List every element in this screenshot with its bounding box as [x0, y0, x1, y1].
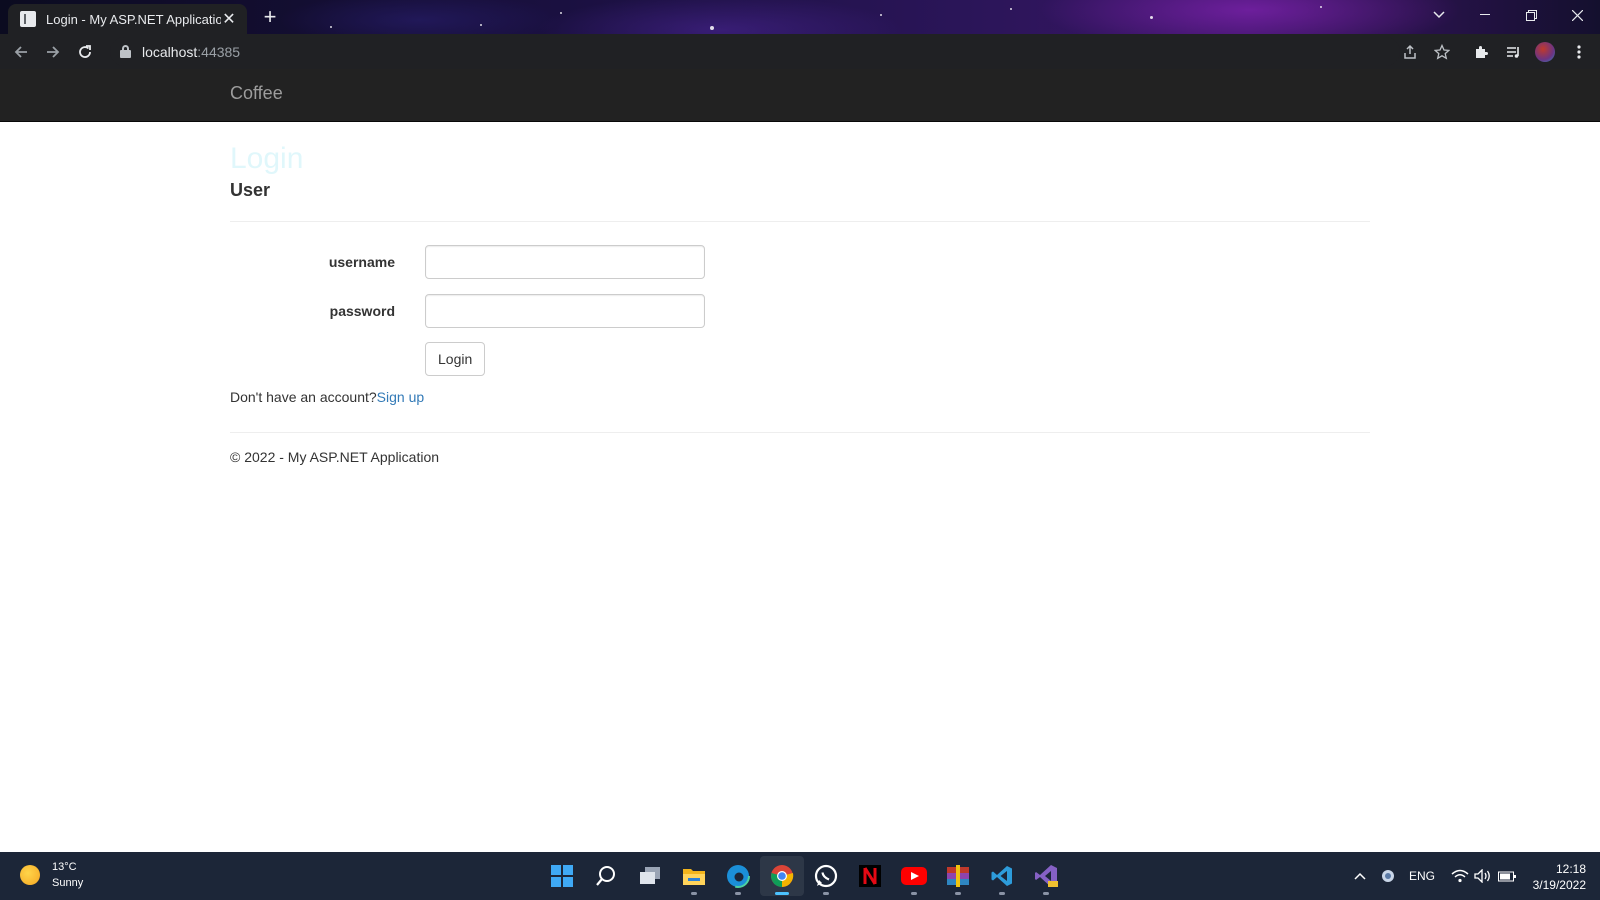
profile-avatar[interactable] [1532, 39, 1558, 65]
url-port: :44385 [197, 43, 241, 60]
password-input[interactable] [425, 294, 705, 328]
taskbar-apps [540, 852, 1068, 900]
page-title: Login [230, 142, 304, 175]
file-explorer-icon[interactable] [672, 856, 716, 896]
start-icon[interactable] [540, 856, 584, 896]
username-label: username [328, 254, 395, 270]
sign-up-link[interactable]: Sign up [377, 389, 424, 405]
decorative-star [480, 24, 482, 26]
decorative-star [560, 12, 562, 14]
lock-icon[interactable] [120, 45, 131, 58]
search-icon[interactable] [584, 856, 628, 896]
onedrive-icon[interactable] [1380, 852, 1396, 900]
netflix-icon[interactable] [848, 856, 892, 896]
chrome-icon[interactable] [760, 856, 804, 896]
close-window-icon[interactable] [1554, 0, 1600, 30]
login-button[interactable]: Login [425, 342, 486, 376]
minimize-icon[interactable] [1462, 0, 1508, 30]
winrar-icon[interactable] [936, 856, 980, 896]
address-bar[interactable]: localhost:44385 [110, 37, 1400, 66]
site-navbar: Coffee [0, 69, 1600, 122]
decorative-star [1010, 8, 1012, 10]
whatsapp-icon[interactable] [804, 856, 848, 896]
task-view-icon[interactable] [628, 856, 672, 896]
edge-icon[interactable] [716, 856, 760, 896]
browser-tab-strip: Login - My ASP.NET Application ✕ + [0, 0, 1600, 34]
share-icon[interactable] [1397, 39, 1423, 65]
bookmark-star-icon[interactable] [1429, 39, 1455, 65]
divider [230, 221, 1370, 222]
weather-widget[interactable]: 13°C Sunny [20, 859, 83, 891]
footer-copyright: © 2022 - My ASP.NET Application [230, 449, 440, 465]
language-indicator[interactable]: ENG [1409, 852, 1435, 900]
windows-taskbar: 13°C Sunny ENG 12:18 3/19/2022 [0, 852, 1600, 900]
vscode-icon[interactable] [980, 856, 1024, 896]
decorative-star [1150, 16, 1153, 19]
system-clock[interactable]: 12:18 3/19/2022 [1533, 861, 1586, 893]
navbar-brand-link[interactable]: Coffee [230, 83, 283, 104]
new-tab-button[interactable]: + [258, 6, 282, 30]
tab-close-icon[interactable]: ✕ [221, 9, 237, 29]
sun-icon [20, 865, 40, 885]
back-arrow-icon[interactable] [8, 39, 34, 65]
forward-arrow-icon[interactable] [40, 39, 66, 65]
browser-tab-active[interactable]: Login - My ASP.NET Application ✕ [8, 4, 247, 34]
browser-toolbar: localhost:44385 [0, 34, 1600, 69]
signup-prompt: Don't have an account?Sign up [230, 387, 424, 407]
page-subtitle: User [230, 180, 271, 200]
password-label: password [329, 303, 395, 319]
show-hidden-icons-icon[interactable] [1354, 852, 1366, 900]
url-host: localhost [142, 43, 198, 60]
extensions-puzzle-icon[interactable] [1468, 39, 1494, 65]
footer-divider [230, 432, 1370, 433]
visual-studio-icon[interactable] [1024, 856, 1068, 896]
page-favicon-icon [20, 11, 36, 27]
media-control-icon[interactable] [1500, 39, 1526, 65]
youtube-icon[interactable] [892, 856, 936, 896]
browser-menu-icon[interactable] [1566, 39, 1592, 65]
wifi-icon[interactable] [1451, 852, 1469, 900]
tab-title: Login - My ASP.NET Application [46, 11, 221, 27]
tab-search-icon[interactable] [1416, 0, 1462, 30]
battery-icon[interactable] [1498, 852, 1516, 900]
main-content: Login User username password Login Don't… [230, 122, 1370, 465]
reload-icon[interactable] [72, 39, 98, 65]
clock-time: 12:18 [1555, 862, 1586, 876]
weather-description: Sunny [52, 877, 84, 889]
username-input[interactable] [425, 245, 705, 279]
volume-icon[interactable] [1474, 852, 1492, 900]
clock-date: 3/19/2022 [1532, 878, 1586, 892]
decorative-star [710, 26, 714, 30]
decorative-star [1320, 6, 1322, 8]
weather-temperature: 13°C [52, 861, 77, 873]
signup-prompt-text: Don't have an account? [230, 389, 377, 405]
restore-icon[interactable] [1508, 0, 1554, 30]
decorative-star [880, 14, 882, 16]
decorative-star [330, 26, 332, 28]
